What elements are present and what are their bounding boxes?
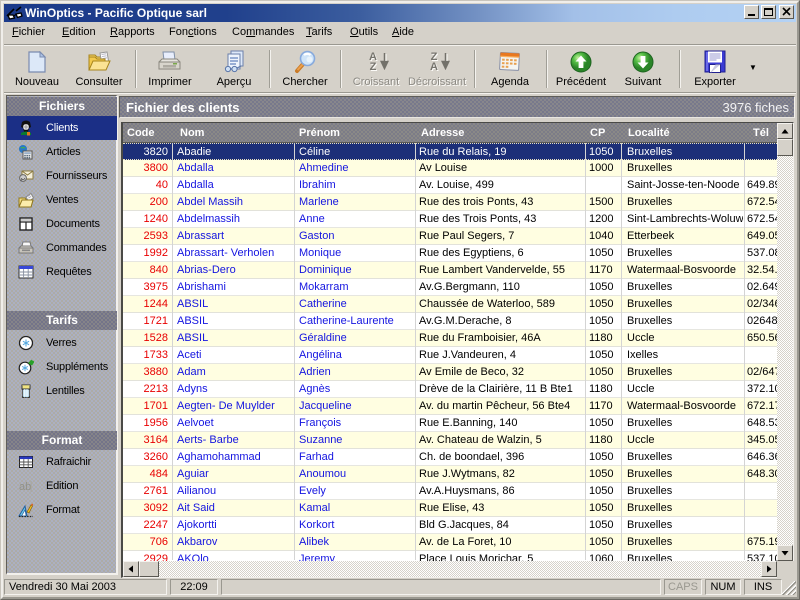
svg-text:ab: ab	[19, 481, 31, 493]
